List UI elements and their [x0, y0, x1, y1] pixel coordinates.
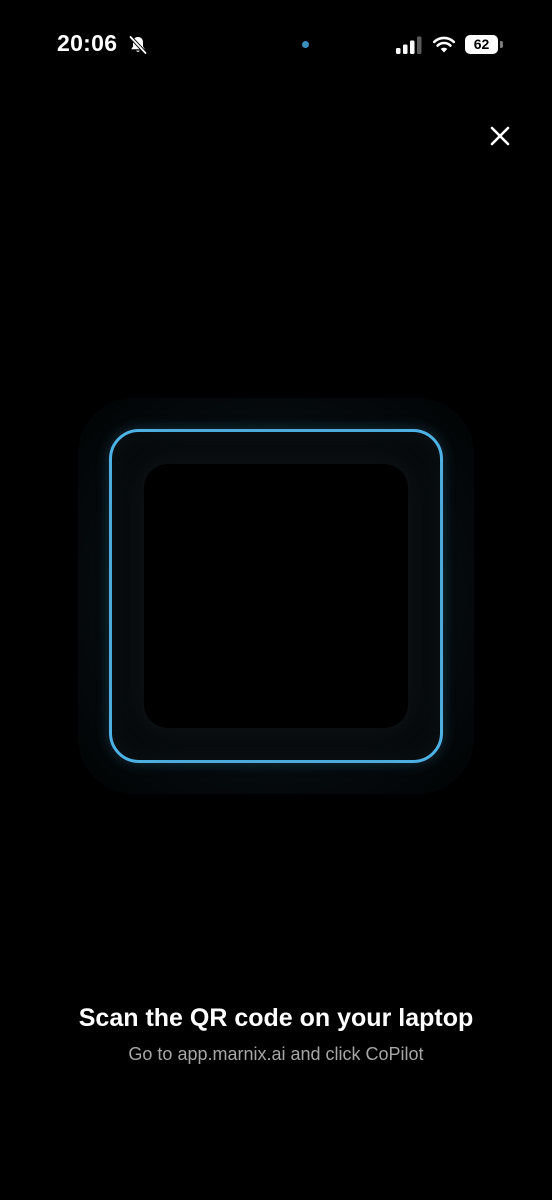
battery-icon: 62: [465, 35, 503, 54]
status-time: 20:06: [57, 30, 118, 56]
scan-instructions: Scan the QR code on your laptop Go to ap…: [0, 1000, 552, 1067]
bell-slash-icon: [128, 35, 148, 55]
instruction-subtitle: Go to app.marnix.ai and click CoPilot: [128, 1044, 424, 1064]
close-button[interactable]: [482, 120, 518, 156]
wifi-icon: [432, 34, 456, 54]
cellular-signal-icon: [395, 36, 423, 54]
instruction-title: Scan the QR code on your laptop: [78, 1004, 474, 1032]
close-icon: [489, 125, 511, 152]
camera-preview-area: [144, 464, 408, 728]
privacy-indicator-dot: [302, 41, 309, 48]
battery-cap: [500, 41, 503, 48]
battery-level: 62: [465, 35, 498, 54]
qr-scanner-viewfinder: [78, 398, 474, 794]
status-bar: 20:06 62: [0, 0, 552, 90]
